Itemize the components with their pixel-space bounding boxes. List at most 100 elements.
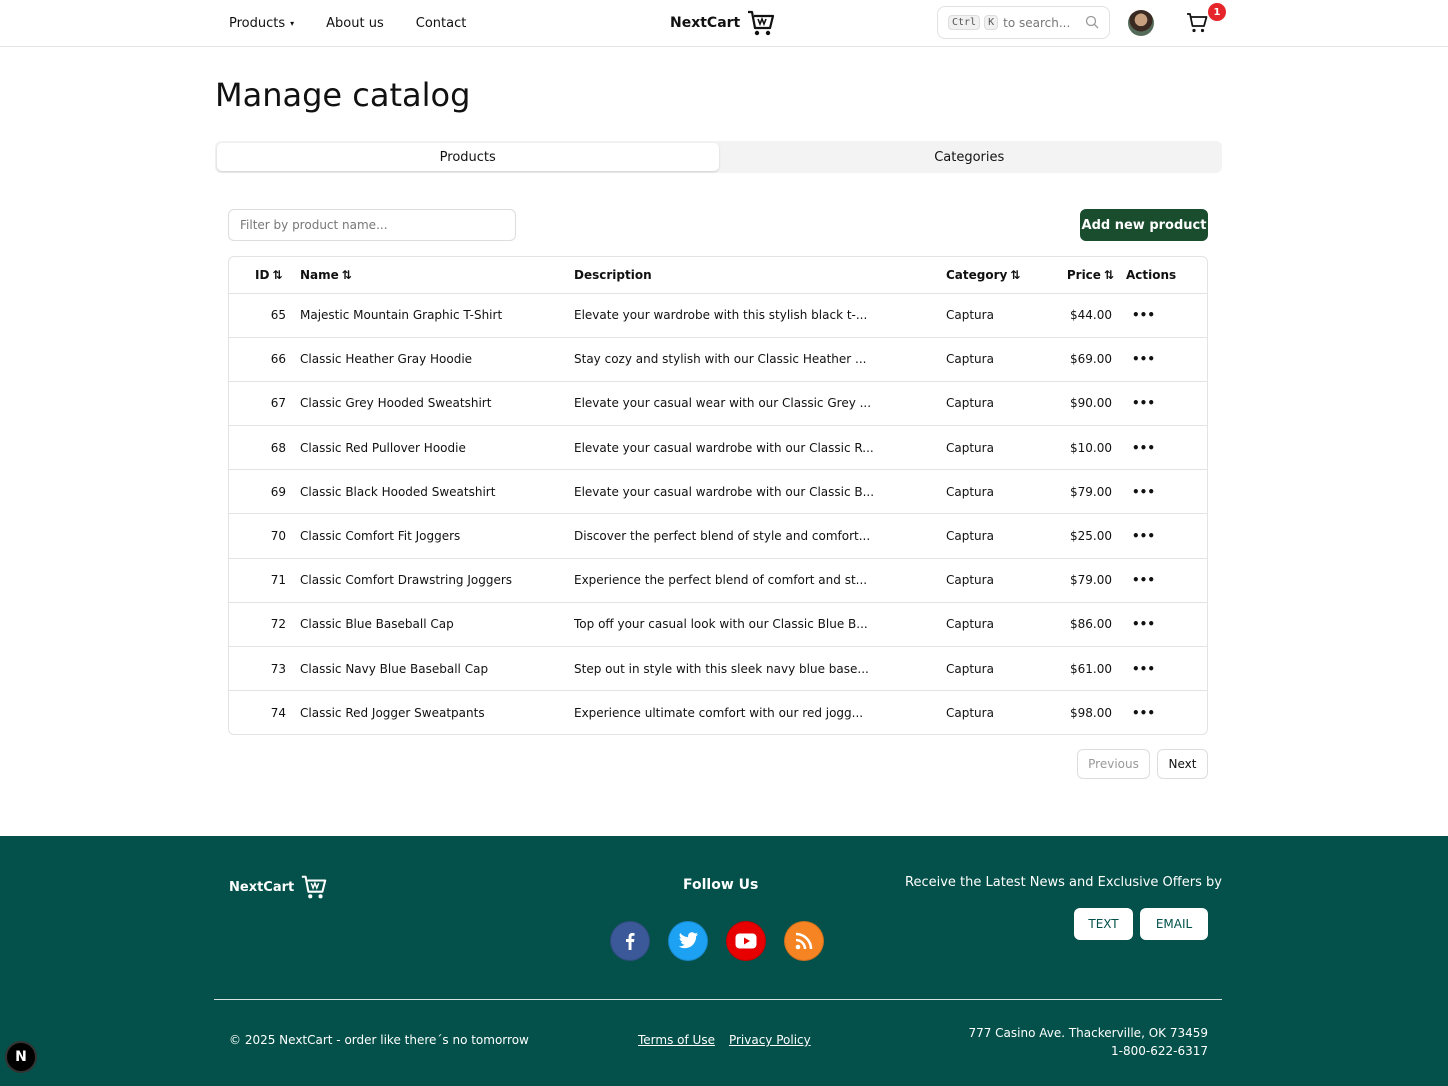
terms-link[interactable]: Terms of Use [638, 1033, 715, 1047]
cell-category: Captura [946, 617, 994, 632]
cell-id: 72 [270, 617, 286, 632]
col-name-header[interactable]: Name ⇅ [300, 257, 574, 294]
cell-price: $69.00 [1070, 352, 1112, 367]
cell-price: $90.00 [1070, 396, 1112, 411]
col-price-header[interactable]: Price ⇅ [1046, 257, 1126, 294]
more-actions-icon[interactable]: ••• [1132, 441, 1155, 455]
table-row: 71 Classic Comfort Drawstring Joggers Expe… [229, 558, 1207, 603]
table-row: 70 Classic Comfort Fit Joggers Discover th… [229, 514, 1207, 559]
privacy-link[interactable]: Privacy Policy [729, 1033, 811, 1047]
phone-text: 1-800-622-6317 [1111, 1044, 1208, 1058]
cell-name: Classic Navy Blue Baseball Cap [300, 661, 489, 676]
more-actions-icon[interactable]: ••• [1132, 529, 1155, 543]
nav-contact[interactable]: Contact [416, 16, 467, 31]
cell-category: Captura [946, 706, 994, 721]
more-actions-icon[interactable]: ••• [1132, 352, 1155, 366]
col-actions-header: Actions [1126, 257, 1207, 294]
footer-brand-logo[interactable]: NextCart [229, 873, 328, 901]
product-filter-input[interactable] [228, 209, 516, 241]
cell-description: Experience ultimate comfort with our red… [574, 706, 864, 721]
newsletter-text: Receive the Latest News and Exclusive Of… [905, 875, 1222, 890]
cart-icon[interactable] [1186, 12, 1208, 34]
previous-page-button[interactable]: Previous [1077, 749, 1150, 779]
rss-icon[interactable] [784, 921, 824, 961]
cell-category: Captura [946, 352, 994, 367]
brand-logo[interactable]: NextCart [670, 8, 776, 38]
nav-products-label: Products [229, 15, 286, 31]
cell-category: Captura [946, 396, 994, 411]
cell-id: 66 [270, 352, 286, 367]
tab-categories[interactable]: Categories [719, 143, 1221, 171]
cell-price: $44.00 [1070, 308, 1112, 323]
cell-price: $79.00 [1070, 484, 1112, 499]
table-row: 73 Classic Navy Blue Baseball Cap Step out… [229, 647, 1207, 691]
cell-id: 67 [270, 396, 286, 411]
brand-name: NextCart [670, 15, 741, 31]
col-name-label: Name [300, 267, 339, 282]
cell-description: Elevate your wardrobe with this stylish … [574, 308, 868, 323]
sort-icon: ⇅ [272, 267, 282, 282]
copyright-text: © 2025 NextCart - order like there´s no … [229, 1033, 529, 1047]
more-actions-icon[interactable]: ••• [1132, 662, 1155, 676]
table-row: 72 Classic Blue Baseball Cap Top off your … [229, 602, 1207, 647]
more-actions-icon[interactable]: ••• [1132, 396, 1155, 410]
table-row: 74 Classic Red Jogger Sweatpants Experienc… [229, 691, 1207, 734]
more-actions-icon[interactable]: ••• [1132, 308, 1155, 322]
table-row: 66 Classic Heather Gray Hoodie Stay cozy a… [229, 337, 1207, 382]
table-header-row: ID ⇅ Name ⇅ Description Category ⇅ Price ⇅ A… [229, 257, 1207, 294]
sort-icon: ⇅ [341, 267, 352, 282]
cell-price: $61.00 [1070, 661, 1112, 676]
kbd-ctrl: Ctrl [948, 15, 981, 30]
cell-description: Discover the perfect blend of style and … [574, 529, 871, 544]
cell-description: Stay cozy and stylish with our Classic H… [574, 352, 867, 367]
nav-products[interactable]: Products ▾ [229, 16, 294, 31]
nav-about-label: About us [326, 15, 384, 31]
page-title: Manage catalog [215, 76, 471, 114]
dev-tools-badge[interactable]: N [5, 1041, 37, 1073]
follow-us-heading: Follow Us [683, 877, 759, 893]
add-product-button[interactable]: Add new product [1080, 209, 1208, 241]
cell-id: 70 [270, 529, 286, 544]
col-actions-label: Actions [1126, 267, 1177, 282]
cell-description: Elevate your casual wear with our Classi… [574, 396, 872, 411]
more-actions-icon[interactable]: ••• [1132, 573, 1155, 587]
cell-category: Captura [946, 661, 994, 676]
youtube-icon[interactable] [726, 921, 766, 961]
cell-name: Majestic Mountain Graphic T-Shirt [300, 308, 503, 323]
tab-products[interactable]: Products [217, 143, 719, 171]
cell-description: Elevate your casual wardrobe with our Cl… [574, 484, 875, 499]
cell-name: Classic Comfort Fit Joggers [300, 529, 461, 544]
cart-count-badge: 1 [1208, 3, 1226, 21]
subscribe-email-button[interactable]: EMAIL [1140, 908, 1208, 940]
more-actions-icon[interactable]: ••• [1132, 617, 1155, 631]
avatar[interactable] [1128, 10, 1154, 36]
cell-name: Classic Comfort Drawstring Joggers [300, 573, 513, 588]
next-page-button[interactable]: Next [1157, 749, 1208, 779]
table-row: 69 Classic Black Hooded Sweatshirt Elevate… [229, 470, 1207, 514]
cell-name: Classic Heather Gray Hoodie [300, 352, 473, 367]
col-category-header[interactable]: Category ⇅ [946, 257, 1046, 294]
cell-price: $79.00 [1070, 573, 1112, 588]
cell-category: Captura [946, 573, 994, 588]
col-category-label: Category [946, 267, 1008, 282]
cell-price: $25.00 [1070, 529, 1112, 544]
site-footer: NextCart Follow Us Receive the Latest Ne… [0, 836, 1448, 1086]
nav-contact-label: Contact [415, 15, 467, 31]
cell-category: Captura [946, 440, 994, 455]
site-header: Products ▾ About us Contact NextCart Ctr… [0, 0, 1448, 47]
kbd-k: K [984, 15, 999, 30]
cell-id: 65 [270, 308, 286, 323]
cell-category: Captura [946, 529, 994, 544]
facebook-icon[interactable] [610, 921, 650, 961]
nav-about[interactable]: About us [326, 16, 384, 31]
footer-divider [214, 999, 1222, 1000]
cell-name: Classic Red Pullover Hoodie [300, 440, 466, 455]
more-actions-icon[interactable]: ••• [1132, 485, 1155, 499]
twitter-icon[interactable] [668, 921, 708, 961]
chevron-down-icon: ▾ [290, 19, 295, 28]
search-box[interactable]: Ctrl K to search... [937, 6, 1110, 39]
col-id-header[interactable]: ID ⇅ [229, 257, 300, 294]
table-row: 67 Classic Grey Hooded Sweatshirt Elevate … [229, 381, 1207, 426]
more-actions-icon[interactable]: ••• [1132, 706, 1155, 720]
subscribe-text-button[interactable]: TEXT [1074, 908, 1133, 940]
